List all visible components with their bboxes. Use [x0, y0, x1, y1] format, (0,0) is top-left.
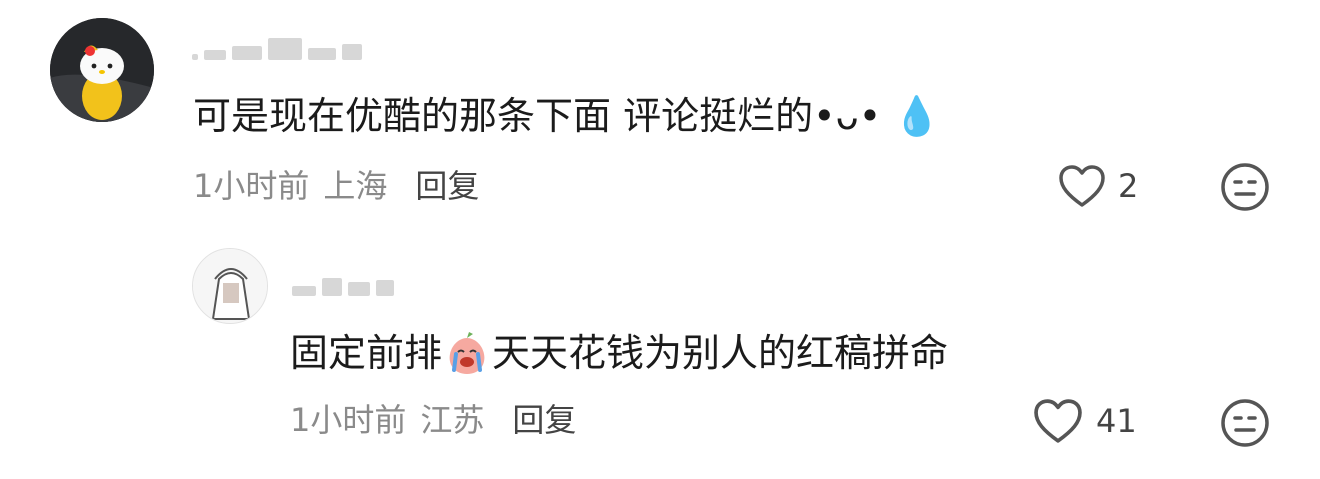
- commenter-name-blurred[interactable]: [192, 26, 362, 60]
- commenter-avatar[interactable]: [50, 18, 154, 122]
- replier-avatar[interactable]: [192, 248, 268, 324]
- comment-body: 可是现在优酷的那条下面 评论挺烂的•ᴗ• 💧: [193, 94, 941, 138]
- like-button[interactable]: 2: [1058, 164, 1138, 208]
- reply-button[interactable]: 回复: [512, 400, 576, 440]
- dislike-button[interactable]: [1220, 162, 1270, 212]
- comment-location: 上海: [323, 167, 388, 205]
- reply-time: 1小时前: [290, 401, 407, 439]
- meh-face-icon: [1220, 398, 1270, 448]
- reply-text: 固定前排 天天花钱为别人的红稿拼命: [290, 330, 948, 376]
- meh-face-icon: [1220, 162, 1270, 212]
- reply-location: 江苏: [420, 401, 485, 439]
- reply-body-part2: 天天花钱为别人的红稿拼命: [492, 331, 949, 375]
- like-count: 2: [1118, 167, 1139, 205]
- heart-outline-icon: [1058, 164, 1106, 208]
- dislike-button[interactable]: [1220, 398, 1270, 448]
- reply-button[interactable]: 回复: [415, 166, 479, 206]
- comment-time: 1小时前: [193, 167, 310, 205]
- crying-peach-emoji: [444, 330, 490, 376]
- like-count: 41: [1096, 402, 1137, 440]
- like-button[interactable]: 41: [1032, 398, 1137, 444]
- comment-meta: 1小时前 上海 回复: [193, 166, 479, 206]
- reply-body-part1: 固定前排: [290, 331, 443, 375]
- replier-name-blurred[interactable]: [292, 262, 394, 296]
- heart-outline-icon: [1032, 398, 1084, 444]
- comment-text: 可是现在优酷的那条下面 评论挺烂的•ᴗ• 💧: [193, 93, 941, 139]
- reply-meta: 1小时前 江苏 回复: [290, 400, 576, 440]
